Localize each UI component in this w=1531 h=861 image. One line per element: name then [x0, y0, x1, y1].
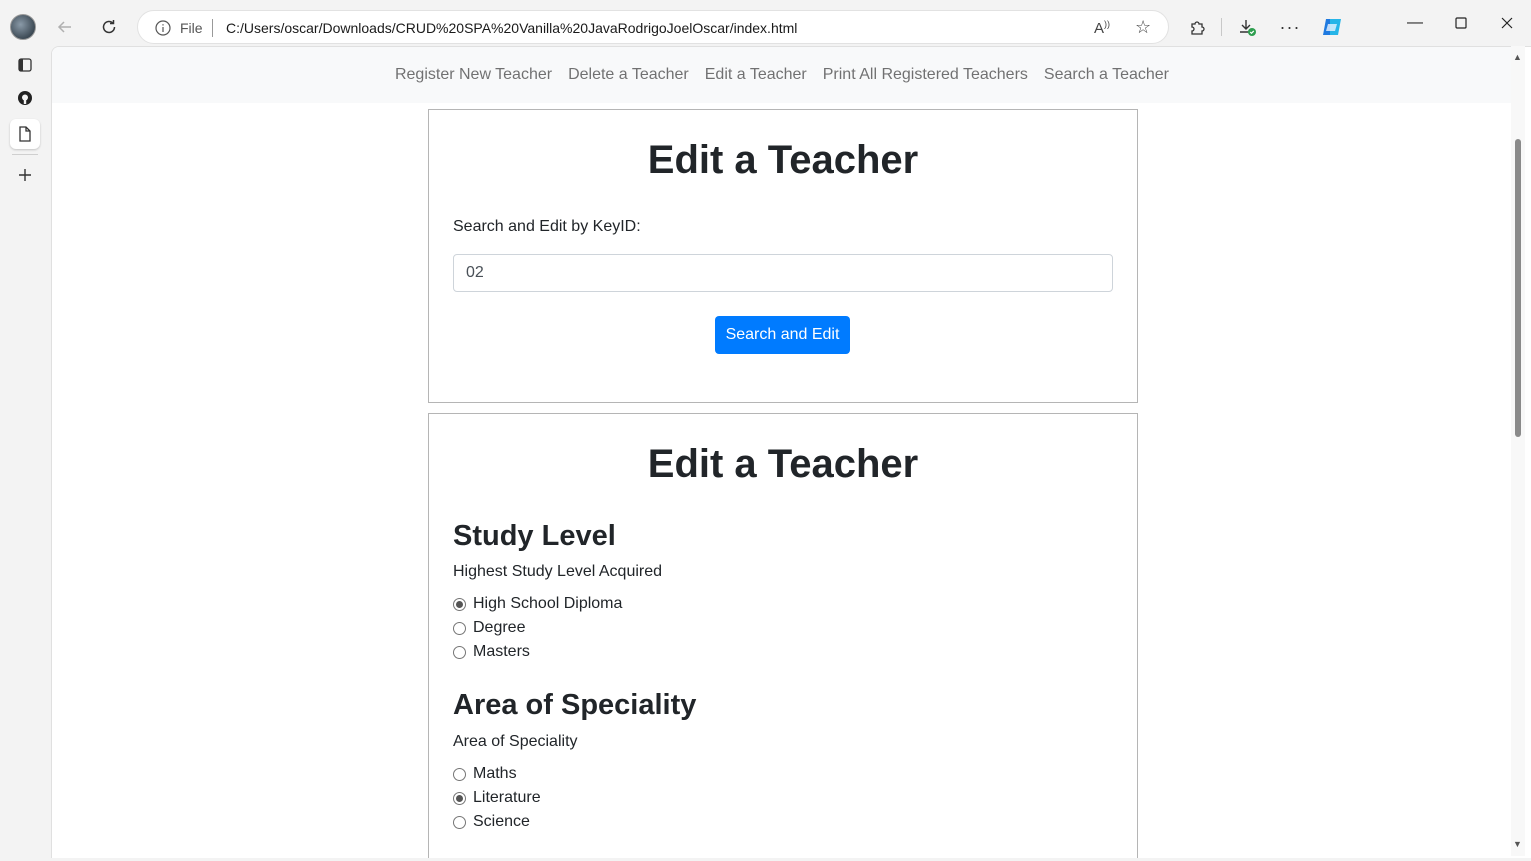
speciality-option[interactable]: Science — [453, 813, 530, 831]
nav-link-search[interactable]: Search a Teacher — [1044, 66, 1169, 84]
plus-icon — [19, 169, 31, 181]
nav-link-edit[interactable]: Edit a Teacher — [705, 66, 807, 84]
current-tab[interactable] — [10, 119, 40, 149]
maximize-button[interactable] — [1441, 8, 1481, 38]
radio-literature[interactable] — [453, 791, 466, 805]
radio-science[interactable] — [453, 815, 466, 829]
favorite-star-icon[interactable]: ☆ — [1135, 17, 1151, 38]
document-icon — [19, 126, 31, 142]
nav-link-delete[interactable]: Delete a Teacher — [568, 66, 689, 84]
info-icon[interactable] — [155, 20, 171, 36]
nav-link-register[interactable]: Register New Teacher — [395, 66, 552, 84]
edit-card-title: Edit a Teacher — [647, 442, 919, 486]
radio-label: Masters — [473, 643, 530, 660]
close-window-button[interactable] — [1487, 8, 1527, 38]
address-prefix: File — [180, 20, 203, 36]
puzzle-icon — [1191, 21, 1205, 35]
tab-actions-icon — [18, 58, 32, 72]
back-button[interactable] — [49, 11, 81, 43]
radio-label: Science — [473, 813, 530, 830]
search-edit-card: Edit a Teacher Search and Edit by KeyID:… — [428, 109, 1138, 403]
radio-masters[interactable] — [453, 645, 466, 659]
minimize-button[interactable]: — — [1395, 8, 1435, 38]
radio-label: Maths — [473, 765, 517, 782]
radio-label: Literature — [473, 789, 541, 806]
toolbar-separator — [1221, 18, 1222, 36]
new-tab-button[interactable] — [10, 160, 40, 190]
read-aloud-icon[interactable]: A)) — [1094, 19, 1110, 37]
github-icon — [18, 91, 32, 105]
keyid-input[interactable]: 02 — [453, 254, 1113, 292]
nav-link-print-all[interactable]: Print All Registered Teachers — [823, 66, 1028, 84]
search-card-title: Edit a Teacher — [647, 138, 919, 182]
github-tab[interactable] — [10, 83, 40, 113]
download-icon — [1240, 20, 1256, 36]
ellipsis-icon: ··· — [1279, 16, 1301, 37]
refresh-icon — [102, 20, 116, 34]
study-level-option[interactable]: High School Diploma — [453, 595, 622, 613]
scroll-up-arrow-icon[interactable]: ▲ — [1513, 52, 1522, 62]
profile-avatar[interactable] — [10, 14, 36, 40]
study-level-option[interactable]: Degree — [453, 619, 525, 637]
speciality-option[interactable]: Maths — [453, 765, 517, 783]
address-url[interactable]: C:/Users/oscar/Downloads/CRUD%20SPA%20Va… — [226, 20, 797, 36]
page-scrollbar[interactable]: ▲ ▼ — [1511, 46, 1525, 856]
search-and-edit-button[interactable]: Search and Edit — [715, 316, 850, 354]
refresh-button[interactable] — [93, 11, 125, 43]
study-level-heading: Study Level — [453, 520, 616, 552]
site-navbar: Register New Teacher Delete a Teacher Ed… — [52, 47, 1512, 103]
minimize-icon: — — [1407, 14, 1423, 31]
keyid-label: Search and Edit by KeyID: — [453, 218, 641, 235]
maximize-icon — [1455, 17, 1467, 29]
close-icon — [1501, 17, 1513, 29]
vertical-tabs-sidebar — [0, 46, 50, 861]
copilot-icon — [1323, 19, 1341, 35]
speciality-heading: Area of Speciality — [453, 689, 697, 721]
tabs-divider — [12, 154, 38, 155]
tab-actions-button[interactable] — [10, 50, 40, 80]
edit-form-card: Edit a Teacher Study Level Highest Study… — [428, 413, 1138, 858]
radio-high-school[interactable] — [453, 597, 466, 611]
copilot-button[interactable] — [1316, 11, 1348, 43]
extensions-button[interactable] — [1181, 11, 1213, 43]
page-viewport: Register New Teacher Delete a Teacher Ed… — [51, 46, 1531, 858]
study-level-label: Highest Study Level Acquired — [453, 563, 663, 580]
address-bar[interactable]: File C:/Users/oscar/Downloads/CRUD%20SPA… — [137, 10, 1169, 44]
radio-label: Degree — [473, 619, 526, 636]
address-separator — [212, 19, 213, 37]
downloads-button[interactable] — [1231, 11, 1263, 43]
radio-degree[interactable] — [453, 621, 466, 635]
scroll-down-arrow-icon[interactable]: ▼ — [1513, 839, 1522, 849]
speciality-label: Area of Speciality — [453, 733, 578, 750]
scrollbar-thumb[interactable] — [1515, 139, 1521, 437]
radio-maths[interactable] — [453, 767, 466, 781]
more-menu-button[interactable]: ··· — [1274, 11, 1306, 43]
back-arrow-icon — [57, 21, 71, 33]
radio-label: High School Diploma — [473, 595, 623, 612]
study-level-option[interactable]: Masters — [453, 643, 530, 661]
speciality-option[interactable]: Literature — [453, 789, 541, 807]
